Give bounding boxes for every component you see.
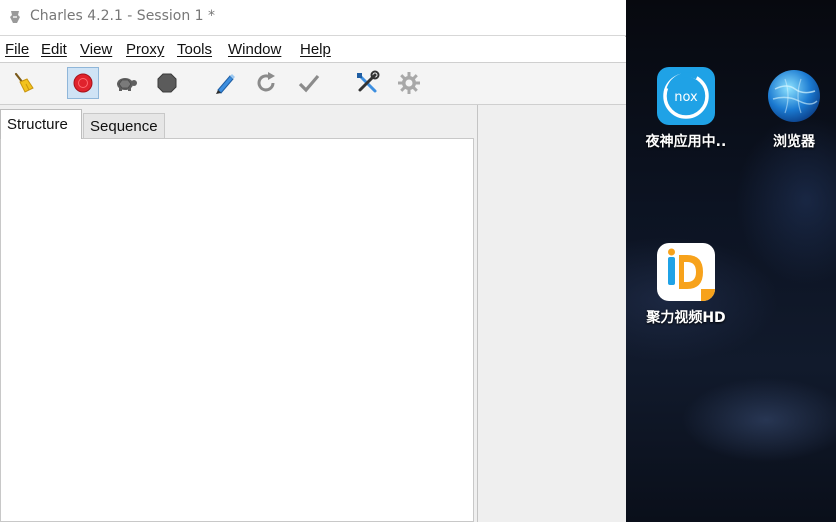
menu-file[interactable]: File bbox=[5, 41, 29, 58]
turtle-icon bbox=[117, 78, 137, 91]
pen-icon bbox=[216, 74, 235, 94]
emulator-desktop: nox 夜神应用中.. 浏览器 聚力视频HD bbox=[626, 0, 836, 522]
nox-app-center-icon: nox bbox=[657, 67, 715, 125]
app-pptv-hd[interactable]: 聚力视频HD bbox=[636, 243, 736, 327]
app-label: 夜神应用中.. bbox=[645, 134, 727, 150]
session-panel: Structure Sequence bbox=[0, 105, 478, 522]
refresh-icon bbox=[257, 72, 275, 92]
menu-bar: File Edit View Proxy Tools Window Help bbox=[0, 37, 626, 63]
tools-icon bbox=[357, 70, 380, 93]
check-icon bbox=[298, 74, 320, 93]
compose-button[interactable] bbox=[209, 67, 241, 99]
gear-icon bbox=[398, 72, 420, 94]
tab-structure[interactable]: Structure bbox=[0, 109, 82, 139]
throttle-button[interactable] bbox=[110, 67, 142, 99]
menu-proxy[interactable]: Proxy bbox=[126, 41, 164, 58]
app-nox-center[interactable]: nox 夜神应用中.. bbox=[636, 67, 736, 151]
charles-window: Charles 4.2.1 - Session 1 * File Edit Vi… bbox=[0, 0, 626, 522]
app-label: 聚力视频HD bbox=[646, 310, 726, 326]
window-title: Charles 4.2.1 - Session 1 * bbox=[30, 8, 216, 24]
settings-button[interactable] bbox=[393, 67, 425, 99]
menu-help[interactable]: Help bbox=[300, 41, 331, 58]
app-browser[interactable]: 浏览器 bbox=[744, 67, 836, 151]
app-label: 浏览器 bbox=[773, 134, 815, 150]
title-bar: Charles 4.2.1 - Session 1 * bbox=[0, 0, 626, 36]
clear-session-button[interactable] bbox=[7, 67, 39, 99]
menu-tools[interactable]: Tools bbox=[177, 41, 212, 58]
view-tabs: Structure Sequence bbox=[0, 105, 478, 139]
nox-logo-text: nox bbox=[674, 90, 698, 105]
breakpoints-button[interactable] bbox=[151, 67, 183, 99]
record-button[interactable] bbox=[67, 67, 99, 99]
validate-button[interactable] bbox=[293, 67, 325, 99]
menu-view[interactable]: View bbox=[80, 41, 112, 58]
record-icon bbox=[73, 73, 93, 93]
stop-hexagon-icon bbox=[157, 73, 177, 93]
menu-window[interactable]: Window bbox=[228, 41, 281, 58]
detail-panel bbox=[478, 105, 625, 522]
tab-sequence[interactable]: Sequence bbox=[83, 113, 165, 139]
browser-globe-icon bbox=[765, 67, 823, 125]
tools-button[interactable] bbox=[351, 67, 383, 99]
repeat-button[interactable] bbox=[250, 67, 282, 99]
menu-edit[interactable]: Edit bbox=[41, 41, 67, 58]
work-area: Structure Sequence bbox=[0, 105, 626, 522]
charles-app-icon bbox=[10, 11, 20, 23]
structure-tree[interactable] bbox=[0, 138, 474, 522]
pptv-video-icon bbox=[657, 243, 715, 301]
toolbar bbox=[0, 63, 626, 105]
broom-icon bbox=[14, 72, 34, 93]
